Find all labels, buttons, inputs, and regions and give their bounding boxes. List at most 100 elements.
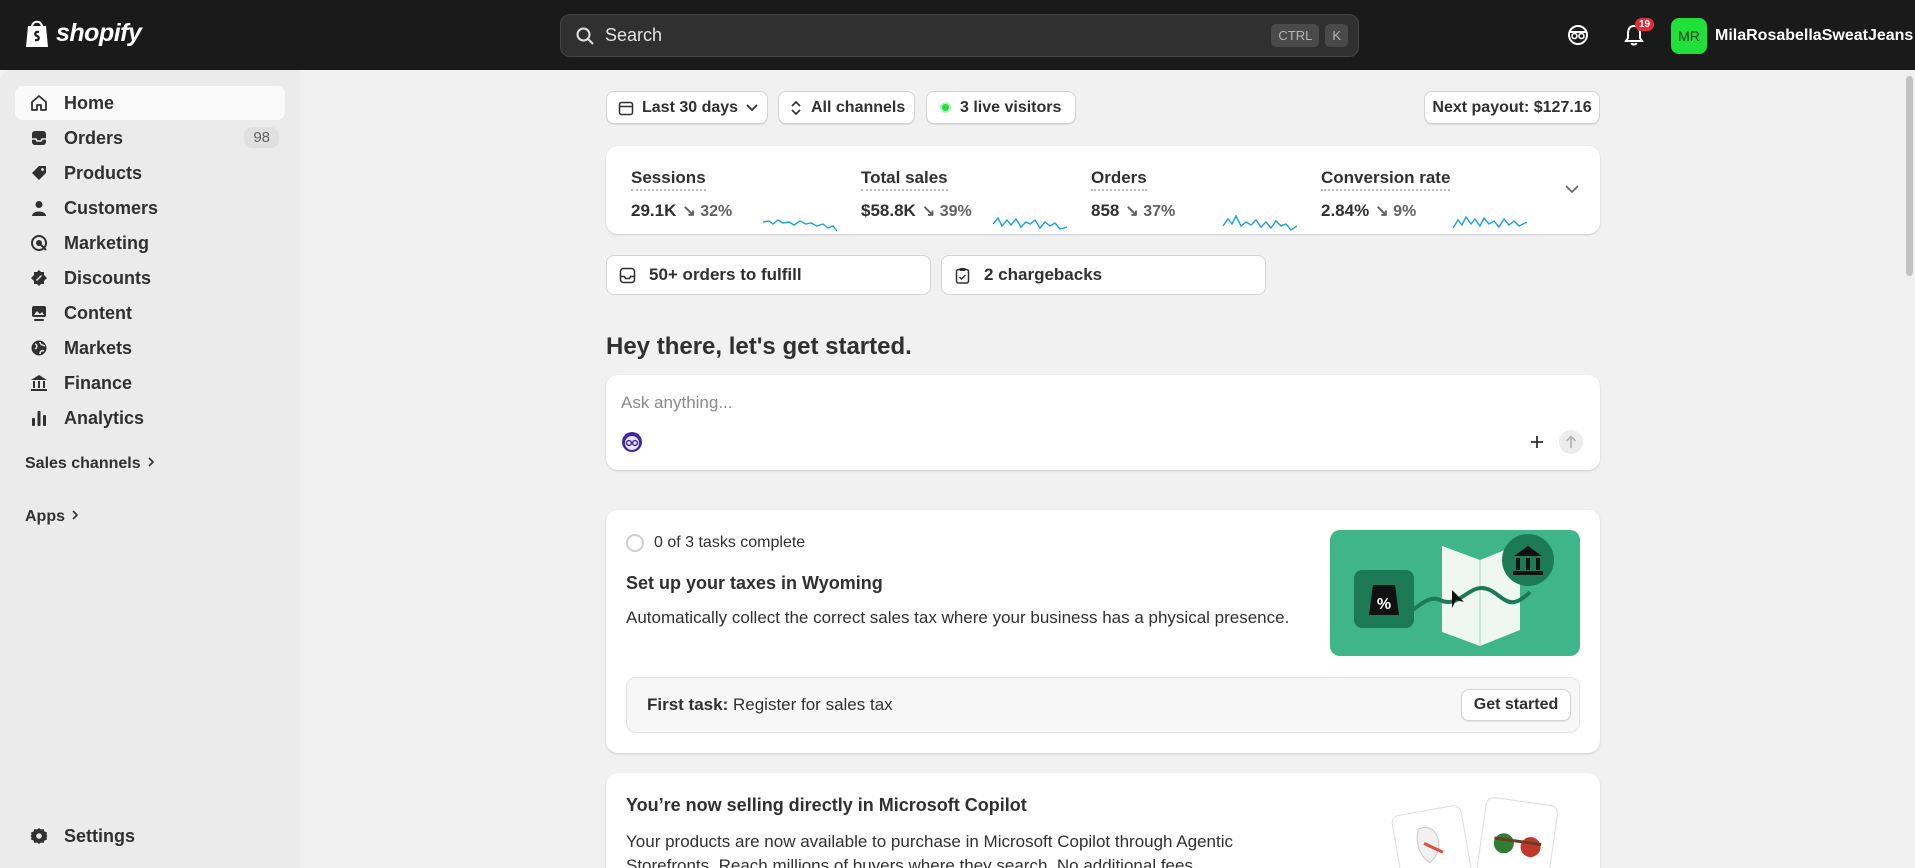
sidekick-avatar-icon xyxy=(622,432,642,452)
sidebar-item-marketing[interactable]: Marketing xyxy=(15,226,285,260)
sidebar-item-settings[interactable]: Settings xyxy=(15,819,285,853)
metric-value: $58.8K xyxy=(861,201,916,220)
metric-change: ↘ 39% xyxy=(921,203,972,220)
tax-map-illustration: % xyxy=(1330,530,1580,656)
bank-icon xyxy=(29,373,49,393)
setup-title: Set up your taxes in Wyoming xyxy=(626,573,883,593)
sidebar-item-orders[interactable]: Orders 98 xyxy=(15,121,285,155)
metric-orders[interactable]: Orders 858 ↘ 37% xyxy=(1091,168,1301,231)
orders-to-fulfill-label: 50+ orders to fulfill xyxy=(649,265,802,284)
sidebar-item-label: Markets xyxy=(64,337,133,358)
metrics-card: Sessions 29.1K ↘ 32% Total sales $58.8K ↘ … xyxy=(606,146,1600,234)
search-input[interactable]: Search CTRL K xyxy=(560,14,1359,57)
metric-sessions[interactable]: Sessions 29.1K ↘ 32% xyxy=(631,168,841,232)
chevron-right-icon xyxy=(147,455,155,473)
sidebar-item-customers[interactable]: Customers xyxy=(15,191,285,225)
metric-label: Sessions xyxy=(631,168,706,191)
shortcut-key-k: K xyxy=(1325,24,1348,47)
globe-icon xyxy=(29,338,49,358)
channels-label: All channels xyxy=(811,98,906,116)
sidebar-item-label: Home xyxy=(64,92,115,113)
chargebacks-label: 2 chargebacks xyxy=(984,265,1103,284)
setup-guide-card: 0 of 3 tasks complete Set up your taxes … xyxy=(606,510,1600,753)
search-icon xyxy=(576,27,594,45)
sidebar-item-finance[interactable]: Finance xyxy=(15,366,285,400)
payout-button[interactable]: Next payout: $127.16 xyxy=(1424,91,1600,124)
sidebar-item-label: Products xyxy=(64,162,143,183)
add-icon[interactable] xyxy=(1530,435,1544,449)
assistant-box: Ask anything... xyxy=(606,375,1600,470)
metric-value: 29.1K xyxy=(631,201,677,220)
account-menu[interactable]: MR MilaRosabellaSweatJeans xyxy=(1671,18,1913,54)
metric-conversion-rate[interactable]: Conversion rate 2.84% ↘ 9% xyxy=(1321,168,1531,229)
metric-label: Conversion rate xyxy=(1321,168,1451,191)
progress-circle-icon xyxy=(626,534,644,552)
chevron-down-icon xyxy=(746,103,758,111)
arrow-up-icon xyxy=(1565,435,1577,448)
task-progress-label: 0 of 3 tasks complete xyxy=(654,534,806,551)
person-icon xyxy=(29,198,49,218)
sidebar-item-products[interactable]: Products xyxy=(15,156,285,190)
shopify-logo[interactable]: shopify xyxy=(24,18,142,48)
image-icon xyxy=(29,303,49,323)
first-task-label: First task: xyxy=(647,695,729,714)
chargebacks-button[interactable]: 2 chargebacks xyxy=(941,255,1266,295)
assistant-input[interactable]: Ask anything... xyxy=(621,393,733,413)
sidebar-item-label: Orders xyxy=(64,127,124,148)
account-name: MilaRosabellaSweatJeans xyxy=(1715,27,1914,44)
metric-change: ↘ 32% xyxy=(682,203,733,220)
sidekick-icon[interactable] xyxy=(1565,22,1591,48)
live-visitors-label: 3 live visitors xyxy=(960,98,1062,116)
metric-total-sales[interactable]: Total sales $58.8K ↘ 39% xyxy=(861,168,1071,230)
greeting-heading: Hey there, let's get started. xyxy=(606,333,912,360)
sidebar-item-content[interactable]: Content xyxy=(15,296,285,330)
avatar: MR xyxy=(1671,18,1707,54)
sidebar-item-label: Customers xyxy=(64,197,159,218)
scrollbar-thumb[interactable] xyxy=(1906,76,1913,276)
shortcut-key-ctrl: CTRL xyxy=(1271,24,1320,47)
expand-chevron-icon[interactable] xyxy=(1565,185,1579,194)
page-scrollbar[interactable] xyxy=(1904,70,1915,868)
orders-count-badge: 98 xyxy=(244,127,279,148)
sidebar-item-label: Content xyxy=(64,302,132,323)
sidebar-item-discounts[interactable]: Discounts xyxy=(15,261,285,295)
first-task-row: First task: Register for sales tax Get s… xyxy=(626,677,1580,733)
target-icon xyxy=(29,233,49,253)
discount-icon xyxy=(29,268,49,288)
top-bar: shopify Search CTRL K 19 MR MilaRosabell… xyxy=(0,0,1915,70)
copilot-title: You’re now selling directly in Microsoft… xyxy=(626,795,1027,815)
total-sales-sparkline xyxy=(993,216,1067,230)
svg-text:%: % xyxy=(1377,596,1391,613)
sidebar-item-home[interactable]: Home xyxy=(15,86,285,120)
sidebar-item-analytics[interactable]: Analytics xyxy=(15,401,285,435)
send-button[interactable] xyxy=(1559,430,1583,454)
tag-icon xyxy=(29,163,49,183)
chevron-right-icon xyxy=(71,508,79,526)
sidebar-item-label: Discounts xyxy=(64,267,152,288)
notification-count-badge: 19 xyxy=(1635,18,1655,31)
select-arrows-icon xyxy=(791,100,801,115)
search-shortcut: CTRL K xyxy=(1271,24,1348,47)
apps-label: Apps xyxy=(25,508,65,525)
channels-filter[interactable]: All channels xyxy=(778,91,915,124)
metric-label: Orders xyxy=(1091,168,1147,191)
orders-to-fulfill-button[interactable]: 50+ orders to fulfill xyxy=(606,255,931,295)
bar-chart-icon xyxy=(29,408,49,428)
inbox-icon xyxy=(29,128,49,148)
live-dot-icon xyxy=(940,102,951,113)
get-started-button[interactable]: Get started xyxy=(1461,689,1571,721)
sidebar-item-markets[interactable]: Markets xyxy=(15,331,285,365)
metric-change: ↘ 37% xyxy=(1125,203,1176,220)
inbox-icon xyxy=(619,267,636,283)
sidebar: Home Orders 98 Products Customers Market… xyxy=(0,70,300,868)
metric-change: ↘ 9% xyxy=(1375,203,1417,220)
copilot-card: You’re now selling directly in Microsoft… xyxy=(606,773,1600,868)
sales-channels-label: Sales channels xyxy=(25,455,141,472)
apps-link[interactable]: Apps xyxy=(25,508,79,526)
date-range-picker[interactable]: Last 30 days xyxy=(606,91,768,124)
live-visitors-button[interactable]: 3 live visitors xyxy=(926,91,1076,124)
sales-channels-link[interactable]: Sales channels xyxy=(25,455,155,473)
sidebar-item-label: Finance xyxy=(64,372,133,393)
search-placeholder: Search xyxy=(605,25,663,45)
conversion-rate-sparkline xyxy=(1453,215,1527,229)
